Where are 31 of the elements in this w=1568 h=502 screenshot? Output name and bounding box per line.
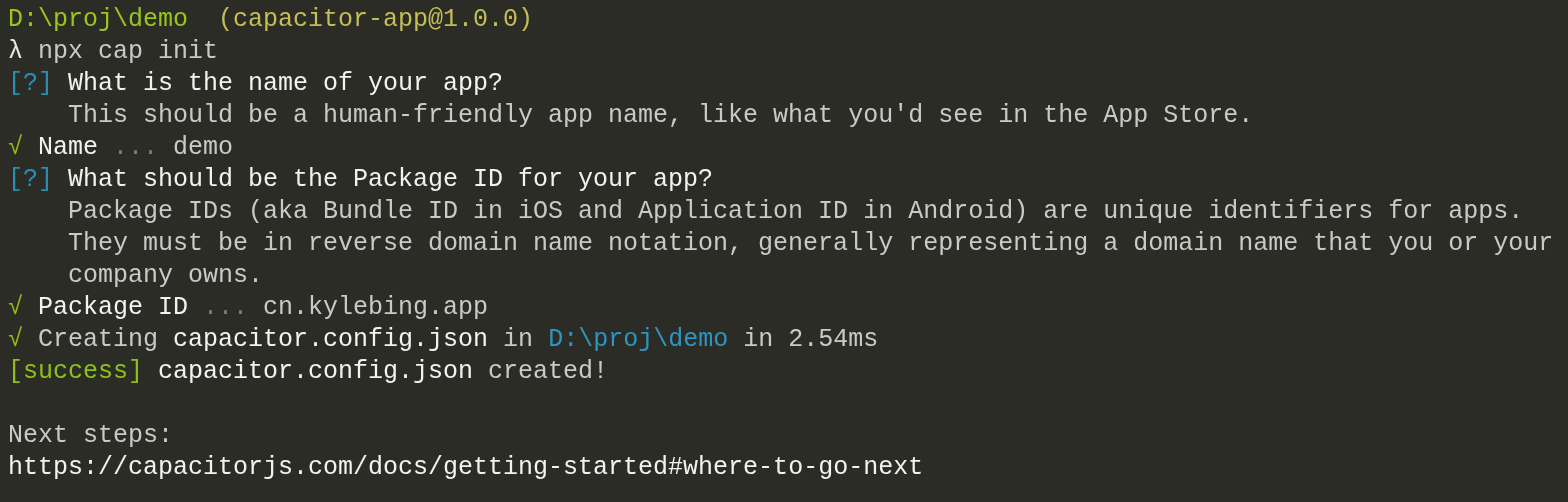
ellipsis-text: ... <box>203 292 249 324</box>
prompt-symbol: λ <box>8 36 23 68</box>
ellipsis-text: ... <box>113 132 159 164</box>
success-tag: [success] <box>8 356 144 388</box>
output-text: capacitor.config.json <box>173 324 489 356</box>
package-label: (capacitor-app@1.0.0) <box>217 4 534 36</box>
output-text: They must be in reverse domain name notation, generally representing a domain name that you or your <box>68 228 1554 260</box>
question-tag: [?] <box>8 68 53 100</box>
output-text: What is the name of your app? <box>68 68 504 100</box>
output-text: demo <box>173 132 234 164</box>
output-text: in 2.54ms <box>743 324 879 356</box>
output-text: Package ID <box>38 292 189 324</box>
path-text: D:\proj\demo <box>548 324 729 356</box>
check-mark: √ <box>8 324 23 356</box>
check-mark: √ <box>8 132 23 164</box>
output-text: Creating <box>38 324 159 356</box>
output-text: Name <box>38 132 99 164</box>
output-text: What should be the Package ID for your app? <box>68 164 714 196</box>
command-text: npx cap init <box>38 36 219 68</box>
output-text: This should be a human-friendly app name, like what you'd see in the App Store. <box>68 100 1254 132</box>
output-text: https://capacitorjs.com/docs/getting-started#where-to-go-next <box>8 452 924 484</box>
path-text: D:\proj\demo <box>8 4 189 36</box>
output-text: cn.kylebing.app <box>263 292 489 324</box>
output-text: created! <box>488 356 609 388</box>
output-text: capacitor.config.json <box>158 356 474 388</box>
check-mark: √ <box>8 292 23 324</box>
output-text: Next steps: <box>8 420 174 452</box>
output-text: company owns. <box>68 260 264 292</box>
output-text: in <box>503 324 534 356</box>
output-text: Package IDs (aka Bundle ID in iOS and Application ID in Android) are unique identifiers for apps. <box>68 196 1524 228</box>
question-tag: [?] <box>8 164 53 196</box>
